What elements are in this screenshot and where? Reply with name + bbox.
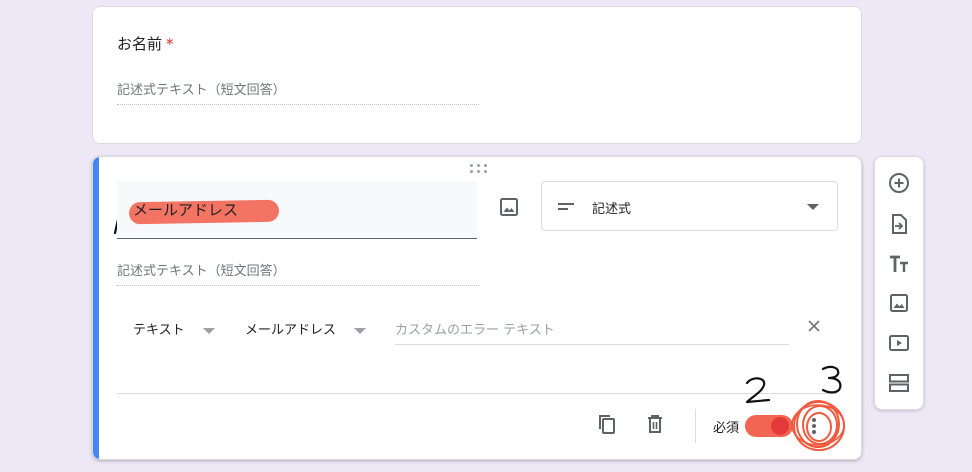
annotation-scribble-3 xyxy=(821,365,842,394)
response-validation-row: テキスト メールアドレス カスタムのエラー テキスト xyxy=(117,315,837,345)
validation-condition-label: メールアドレス xyxy=(245,323,337,338)
add-video-icon[interactable] xyxy=(888,332,910,354)
footer-vertical-divider xyxy=(695,409,696,443)
add-title-icon[interactable] xyxy=(888,253,910,275)
toggle-knob xyxy=(771,417,789,435)
dropdown-caret-icon xyxy=(807,204,819,210)
required-star: * xyxy=(166,35,174,53)
required-label: 必須 xyxy=(713,421,740,436)
question-title-input[interactable]: メールアドレス xyxy=(133,199,238,220)
question-type-label: 記述式 xyxy=(592,202,632,217)
more-vert-icon[interactable] xyxy=(807,415,821,437)
question-title-text: お名前 xyxy=(117,35,163,53)
validation-condition-select[interactable]: メールアドレス xyxy=(245,319,367,338)
footer-divider xyxy=(117,393,837,394)
short-answer-placeholder: 記述式テキスト（短文回答） xyxy=(117,79,479,105)
close-icon[interactable] xyxy=(805,317,823,335)
question-title: お名前 * xyxy=(117,33,174,54)
add-image-icon[interactable] xyxy=(888,292,910,314)
add-question-icon[interactable] xyxy=(888,172,910,194)
question-card-name[interactable]: お名前 * 記述式テキスト（短文回答） xyxy=(92,6,862,144)
dropdown-caret-icon xyxy=(202,327,215,334)
required-toggle[interactable] xyxy=(745,415,793,437)
validation-type-select[interactable]: テキスト xyxy=(133,319,215,338)
drag-handle-icon[interactable] xyxy=(470,164,488,174)
short-text-icon xyxy=(558,203,574,210)
question-card-email[interactable]: メールアドレス 記述式 記述式テキスト（短文回答） テキスト メールアドレス カ… xyxy=(92,156,862,460)
import-questions-icon[interactable] xyxy=(888,213,910,235)
validation-type-label: テキスト xyxy=(133,323,185,338)
question-title-field[interactable]: メールアドレス xyxy=(117,181,477,239)
duplicate-icon[interactable] xyxy=(596,413,618,435)
delete-icon[interactable] xyxy=(644,413,666,435)
add-section-icon[interactable] xyxy=(888,372,910,394)
add-image-icon[interactable] xyxy=(497,195,521,219)
short-answer-placeholder: 記述式テキスト（短文回答） xyxy=(117,260,479,286)
floating-toolbar xyxy=(874,156,924,410)
active-card-accent xyxy=(93,157,99,459)
annotation-scribble-2 xyxy=(745,377,771,404)
custom-error-text-input[interactable]: カスタムのエラー テキスト xyxy=(395,319,789,345)
dropdown-caret-icon xyxy=(354,327,367,334)
question-type-select[interactable]: 記述式 xyxy=(541,181,838,231)
